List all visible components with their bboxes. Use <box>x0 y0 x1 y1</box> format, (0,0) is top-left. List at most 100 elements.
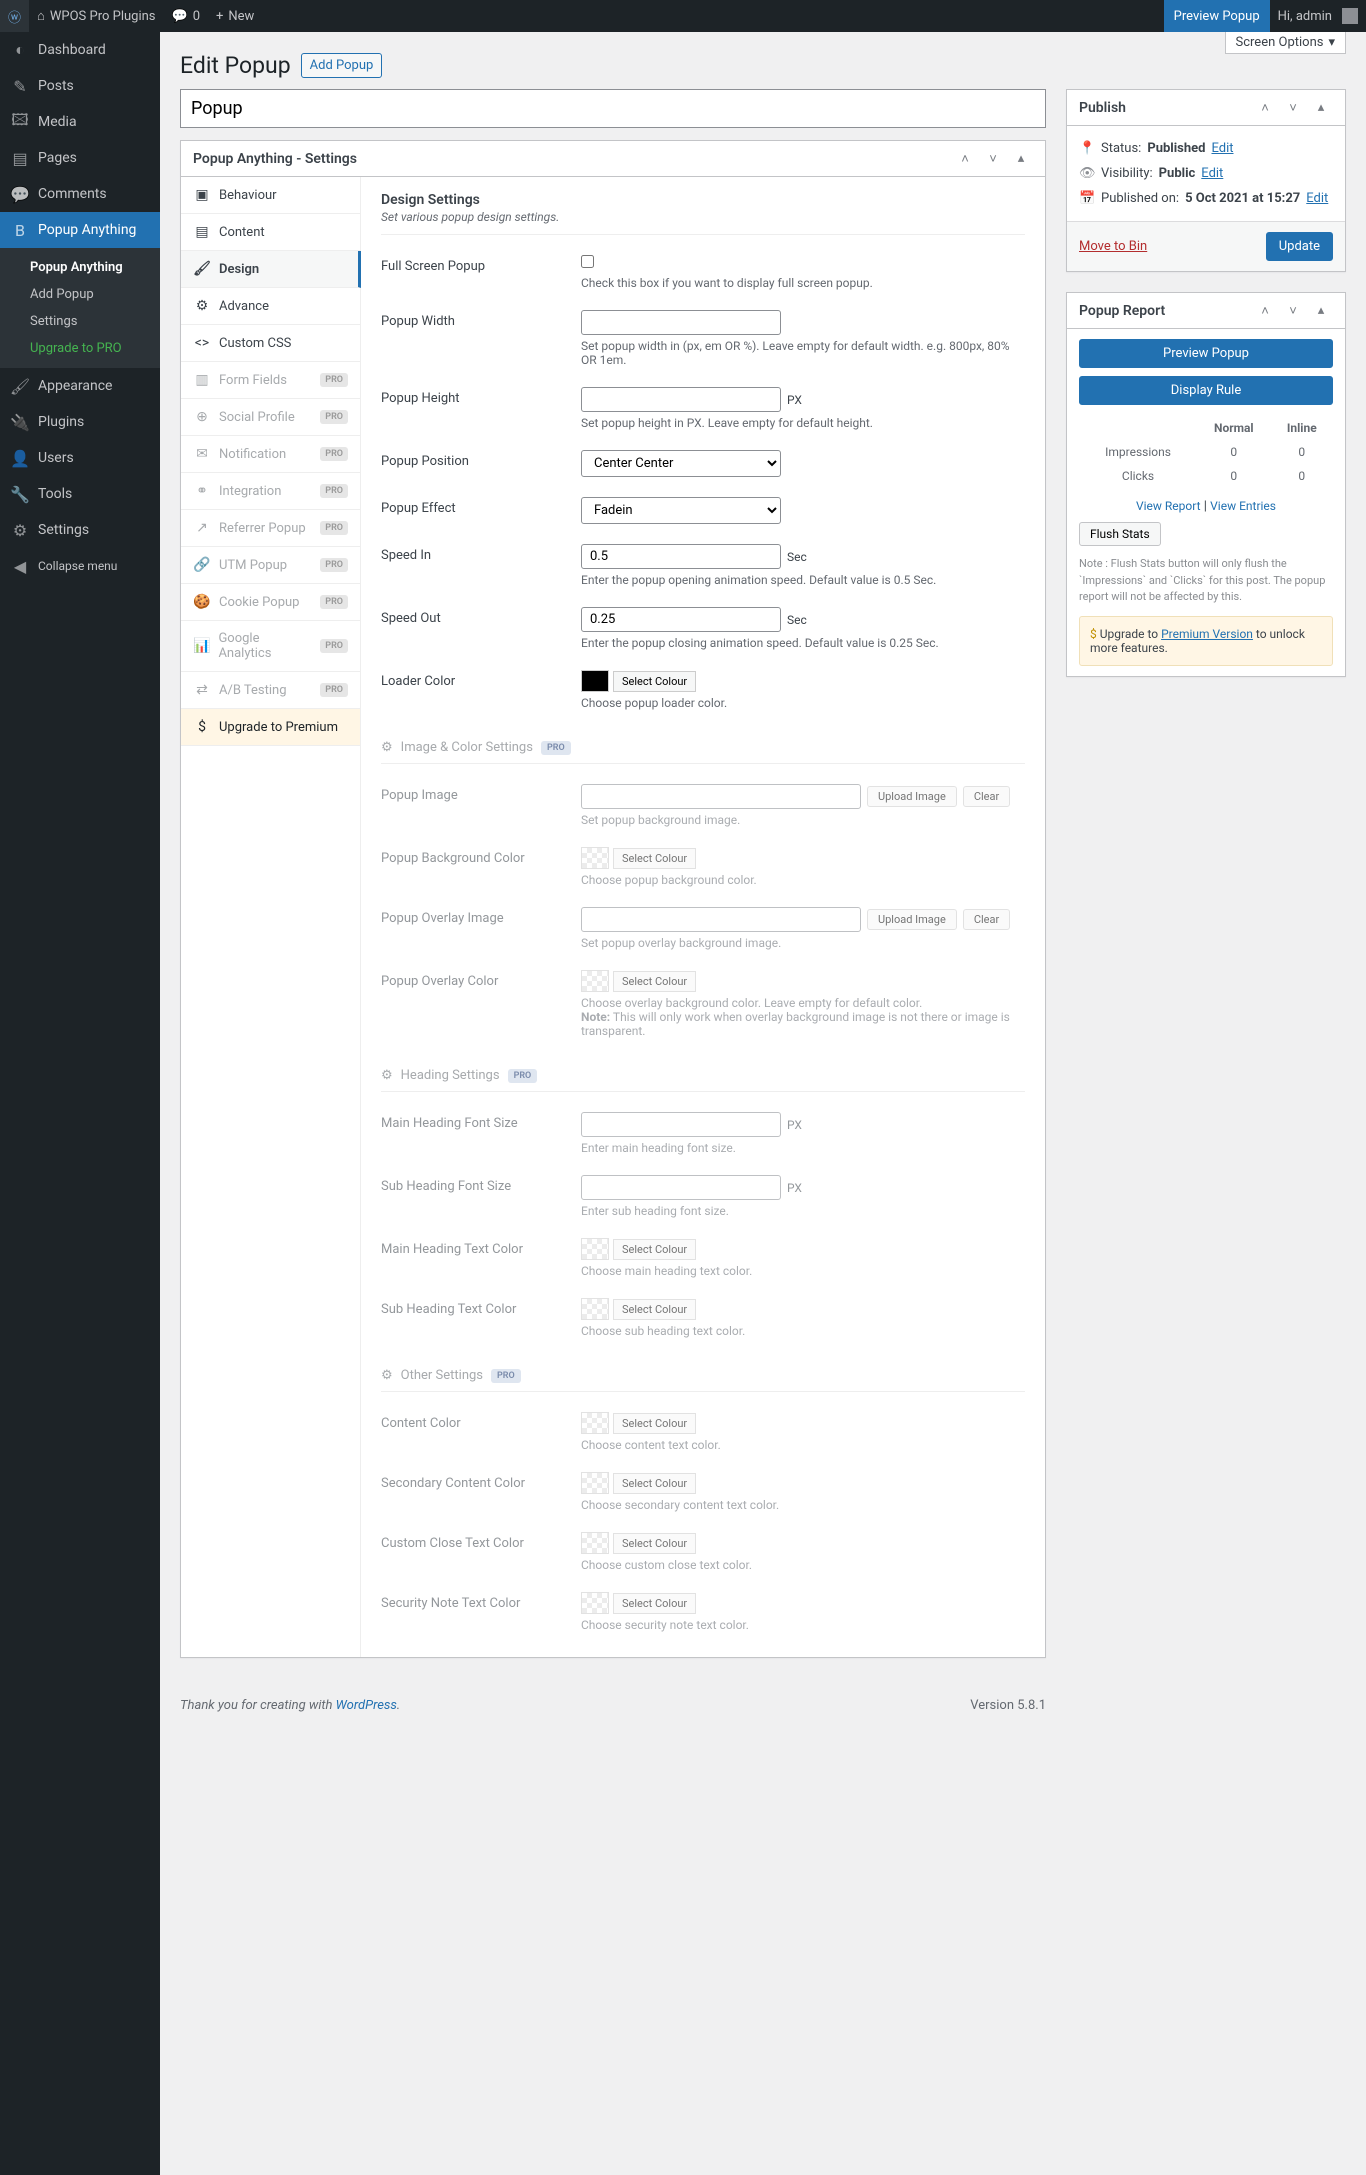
submenu-item[interactable]: Settings <box>0 308 160 335</box>
menu-item-tools[interactable]: 🔧Tools <box>0 476 160 512</box>
full-screen-help: Check this box if you want to display fu… <box>581 276 1025 290</box>
speed-in-input[interactable] <box>581 544 781 569</box>
image-color-section: Image & Color Settings <box>401 740 533 755</box>
my-account[interactable]: Hi, admin <box>1270 0 1366 32</box>
update-button[interactable]: Update <box>1266 232 1333 261</box>
menu-item-plugins[interactable]: 🔌Plugins <box>0 404 160 440</box>
move-down-icon[interactable]: ˅ <box>1281 299 1305 323</box>
move-up-icon[interactable]: ˄ <box>1253 96 1277 120</box>
sec-unit: Sec <box>787 613 807 627</box>
new-content[interactable]: + New <box>208 0 262 32</box>
width-input[interactable] <box>581 310 781 335</box>
main-heading-color-button: Select Colour <box>613 1239 696 1260</box>
post-title-input[interactable] <box>180 89 1046 128</box>
speed-out-input[interactable] <box>581 607 781 632</box>
tab-upgrade-to-premium[interactable]: $Upgrade to Premium <box>181 709 360 746</box>
overlay-color-swatch <box>581 970 609 992</box>
overlay-image-input <box>581 907 861 932</box>
menu-item-dashboard[interactable]: ◐Dashboard <box>0 32 160 68</box>
premium-link[interactable]: Premium Version <box>1161 627 1253 641</box>
speed-out-help: Enter the popup closing animation speed.… <box>581 636 1025 650</box>
edit-date-link[interactable]: Edit <box>1306 191 1328 206</box>
move-up-icon[interactable]: ˄ <box>1253 299 1277 323</box>
tab-design[interactable]: 🖌Design <box>181 251 361 288</box>
wp-logo[interactable]: ⓦ <box>0 0 29 32</box>
settings-metabox: Popup Anything - Settings ˄ ˅ ▴ ▣Behavio… <box>180 140 1046 1658</box>
effect-label: Popup Effect <box>381 497 581 524</box>
tab-a-b-testing: ⇄A/B TestingPRO <box>181 672 360 709</box>
report-title: Popup Report <box>1079 303 1165 319</box>
position-label: Popup Position <box>381 450 581 477</box>
section-title: Design Settings <box>381 192 1025 208</box>
effect-select[interactable]: Fadein <box>581 497 781 524</box>
loader-color-swatch[interactable] <box>581 670 609 692</box>
publish-metabox: Publish ˄ ˅ ▴ 📍Status: Published Edit 👁V… <box>1066 89 1346 272</box>
submenu-item[interactable]: Add Popup <box>0 281 160 308</box>
avatar <box>1342 8 1358 24</box>
display-rule-button[interactable]: Display Rule <box>1079 376 1333 405</box>
overlay-color-button: Select Colour <box>613 971 696 992</box>
speed-in-label: Speed In <box>381 544 581 587</box>
footer-thanks: Thank you for creating with WordPress. <box>180 1698 400 1713</box>
comments-count[interactable]: 💬 0 <box>164 0 209 32</box>
full-screen-label: Full Screen Popup <box>381 255 581 290</box>
flush-stats-button[interactable]: Flush Stats <box>1079 522 1161 546</box>
pro-badge: PRO <box>541 741 571 755</box>
tab-advance[interactable]: ⚙Advance <box>181 288 360 325</box>
flush-note: Note : Flush Stats button will only flus… <box>1079 556 1333 606</box>
move-to-bin-link[interactable]: Move to Bin <box>1079 239 1147 254</box>
toggle-icon[interactable]: ▴ <box>1009 147 1033 171</box>
view-report-link[interactable]: View Report <box>1136 499 1201 513</box>
toggle-icon[interactable]: ▴ <box>1309 299 1333 323</box>
loader-color-button[interactable]: Select Colour <box>613 671 696 692</box>
edit-visibility-link[interactable]: Edit <box>1201 166 1223 181</box>
content-color-swatch <box>581 1412 609 1434</box>
height-help: Set popup height in PX. Leave empty for … <box>581 416 1025 430</box>
menu-item-media[interactable]: 🖾Media <box>0 104 160 140</box>
screen-options-toggle[interactable]: Screen Options ▾ <box>1225 32 1347 54</box>
main-heading-size-input <box>581 1112 781 1137</box>
heading-section: Heading Settings <box>401 1068 500 1083</box>
menu-item-settings[interactable]: ⚙Settings <box>0 512 160 548</box>
height-label: Popup Height <box>381 387 581 430</box>
toggle-icon[interactable]: ▴ <box>1309 96 1333 120</box>
menu-item-pages[interactable]: ▤Pages <box>0 140 160 176</box>
sub-heading-color-button: Select Colour <box>613 1299 696 1320</box>
preview-popup-button[interactable]: Preview Popup <box>1079 339 1333 368</box>
wordpress-link[interactable]: WordPress <box>336 1698 397 1713</box>
edit-status-link[interactable]: Edit <box>1211 141 1233 156</box>
admin-menu: ◐Dashboard✎Posts🖾Media▤Pages💬CommentsBPo… <box>0 32 160 2175</box>
move-down-icon[interactable]: ˅ <box>981 147 1005 171</box>
pin-icon: 📍 <box>1079 141 1095 156</box>
view-entries-link[interactable]: View Entries <box>1210 499 1276 513</box>
full-screen-checkbox[interactable] <box>581 255 594 268</box>
upgrade-notice: $ Upgrade to Premium Version to unlock m… <box>1079 616 1333 666</box>
menu-item-popup-anything[interactable]: BPopup Anything <box>0 212 160 248</box>
clear-image-button: Clear <box>963 786 1010 807</box>
menu-item-users[interactable]: 👤Users <box>0 440 160 476</box>
pro-badge: PRO <box>491 1369 521 1383</box>
main-heading-size-label: Main Heading Font Size <box>381 1112 581 1155</box>
menu-item-appearance[interactable]: 🖌Appearance <box>0 368 160 404</box>
settings-tabs: ▣Behaviour▤Content🖌Design⚙Advance<>Custo… <box>181 177 361 1657</box>
toolbar-preview-popup[interactable]: Preview Popup <box>1164 0 1270 32</box>
tab-behaviour[interactable]: ▣Behaviour <box>181 177 360 214</box>
tab-custom-css[interactable]: <>Custom CSS <box>181 325 360 362</box>
tab-referrer-popup: ↗Referrer PopupPRO <box>181 510 360 547</box>
menu-item-posts[interactable]: ✎Posts <box>0 68 160 104</box>
speed-out-label: Speed Out <box>381 607 581 650</box>
site-name[interactable]: ⌂ WPOS Pro Plugins <box>29 0 163 32</box>
position-select[interactable]: Center Center <box>581 450 781 477</box>
submenu-item[interactable]: Upgrade to PRO <box>0 335 160 362</box>
tab-content[interactable]: ▤Content <box>181 214 360 251</box>
move-up-icon[interactable]: ˄ <box>953 147 977 171</box>
popup-image-input <box>581 784 861 809</box>
height-input[interactable] <box>581 387 781 412</box>
pro-badge: PRO <box>508 1069 538 1083</box>
add-popup-button[interactable]: Add Popup <box>301 53 383 78</box>
menu-item-collapse-menu[interactable]: ◀Collapse menu <box>0 548 160 584</box>
submenu-item[interactable]: Popup Anything <box>0 254 160 281</box>
menu-item-comments[interactable]: 💬Comments <box>0 176 160 212</box>
secondary-color-button: Select Colour <box>613 1473 696 1494</box>
move-down-icon[interactable]: ˅ <box>1281 96 1305 120</box>
